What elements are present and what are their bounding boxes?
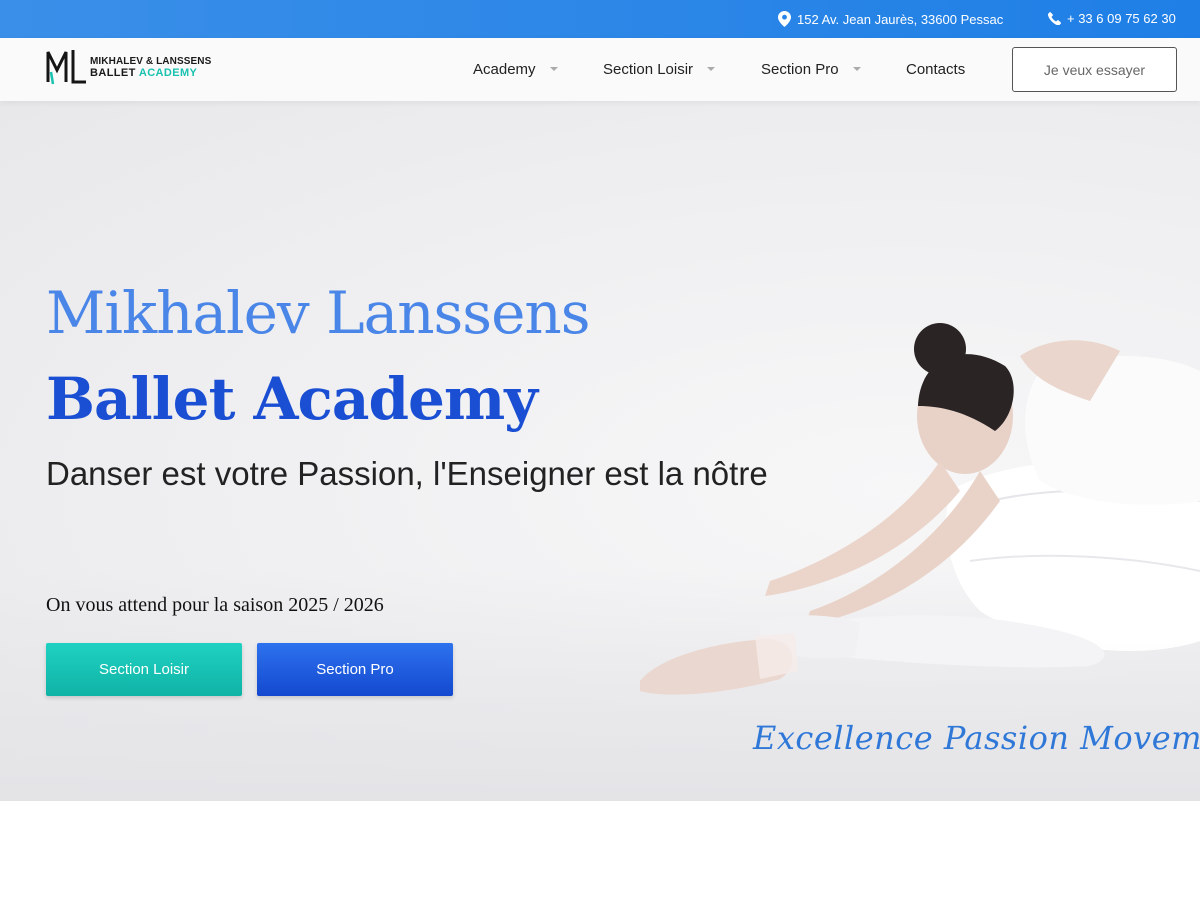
nav-label: Section Pro — [761, 61, 839, 78]
chevron-down-icon — [549, 66, 558, 71]
logo-mark-icon — [46, 50, 86, 85]
nav-label: Section Loisir — [603, 61, 694, 78]
address-info[interactable]: 152 Av. Jean Jaurès, 33600 Pessac — [778, 11, 1003, 27]
nav-item-academy[interactable]: Academy — [473, 38, 558, 101]
nav-label: Academy — [473, 61, 536, 78]
phone-text: + 33 6 09 75 62 30 — [1067, 11, 1176, 26]
chevron-down-icon — [852, 66, 861, 71]
nav-label: Contacts — [906, 61, 966, 78]
site-header: MIKHALEV & LANSSENS BALLET ACADEMY Acade… — [0, 38, 1200, 101]
nav-item-section-pro[interactable]: Section Pro — [761, 38, 861, 101]
phone-icon — [1048, 12, 1061, 25]
nav-item-section-loisir[interactable]: Section Loisir — [603, 38, 716, 101]
chevron-down-icon — [707, 66, 716, 71]
ballerina-image — [640, 323, 1200, 695]
logo-text-academy: ACADEMY — [138, 66, 198, 79]
hero-title-line2: Ballet Academy — [46, 365, 538, 433]
nav-item-contacts[interactable]: Contacts — [906, 38, 965, 101]
hero-tagline: Excellence Passion Movement — [753, 719, 1200, 757]
hero-section: Mikhalev Lanssens Ballet Academy Danser … — [0, 101, 1200, 801]
section-loisir-button[interactable]: Section Loisir — [46, 643, 242, 696]
section-pro-button[interactable]: Section Pro — [257, 643, 453, 696]
phone-info[interactable]: + 33 6 09 75 62 30 — [1048, 11, 1176, 26]
hero-title-line1: Mikhalev Lanssens — [46, 279, 591, 347]
hero-subtitle: Danser est votre Passion, l'Enseigner es… — [46, 455, 768, 492]
season-text: On vous attend pour la saison 2025 / 202… — [46, 594, 384, 616]
map-pin-icon — [778, 11, 791, 27]
address-text: 152 Av. Jean Jaurès, 33600 Pessac — [797, 11, 1004, 27]
logo[interactable]: MIKHALEV & LANSSENS BALLET ACADEMY — [46, 46, 211, 88]
logo-text-line1: MIKHALEV & LANSSENS — [90, 55, 212, 67]
top-contact-bar: 152 Av. Jean Jaurès, 33600 Pessac + 33 6… — [0, 0, 1200, 38]
logo-text-ballet: BALLET — [90, 66, 136, 79]
try-button[interactable]: Je veux essayer — [1012, 47, 1177, 92]
